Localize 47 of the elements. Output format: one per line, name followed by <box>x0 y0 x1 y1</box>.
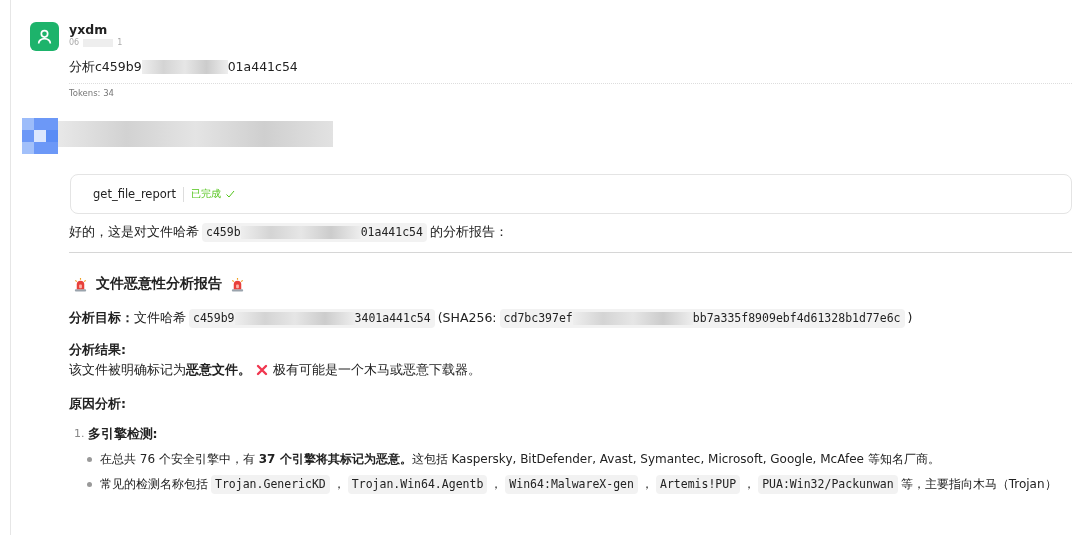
section-label: 原因分析: <box>69 395 127 413</box>
status-badge: 已完成 <box>191 187 236 201</box>
code-text: c459b <box>206 223 241 241</box>
text: ， <box>640 476 653 493</box>
pixelated-avatar <box>22 118 58 154</box>
text: 极有可能是一个木马或恶意下载器。 <box>273 361 481 379</box>
section-label: 分析结果: <box>69 341 127 359</box>
timestamp: 06 <box>69 38 80 47</box>
bullet-dot <box>87 481 92 487</box>
user-name: yxdm <box>69 22 109 38</box>
code-text: 3401a441c54 <box>354 309 431 327</box>
tool-call-card[interactable]: get_file_report 已完成 <box>70 174 1072 214</box>
list-title: 多引擎检测: <box>87 425 158 443</box>
text: ， <box>332 476 345 493</box>
text: 文件哈希 <box>134 309 186 327</box>
code-chip: Trojan.GenericKD <box>211 474 330 494</box>
token-count: Tokens: 34 <box>69 88 115 98</box>
code-text: 01a441c54 <box>360 223 423 241</box>
text: 该文件被明确标记为恶意文件。 <box>69 361 251 379</box>
text: 等，主要指向木马（Trojan） <box>900 476 1057 493</box>
text: ， <box>743 476 756 493</box>
text: ) <box>907 309 913 327</box>
code-chip: Artemis!PUP <box>655 474 741 494</box>
text: 分析c459b9 <box>69 58 142 76</box>
bullet-dot <box>87 456 92 462</box>
siren-icon <box>73 276 88 292</box>
text: (SHA256: <box>437 309 497 327</box>
code-text: c459b9 <box>193 309 235 327</box>
text: 常见的检测名称包括 <box>100 476 208 493</box>
text: 好的，这是对文件哈希 <box>69 223 199 241</box>
report-heading: 文件恶意性分析报告 <box>96 275 222 293</box>
text: 的分析报告： <box>429 223 508 241</box>
code-chip: Trojan.Win64.Agentb <box>347 474 488 494</box>
code-chip: PUA:Win32/Packunwan <box>758 474 898 494</box>
text: 在总共 76 个安全引擎中，有 37 个引擎将其标记为恶意。这包括 Kaspersky, BitDefender, Avast, Symantec, Microsoft, Google, McAfee 等知名厂商。 <box>100 451 940 468</box>
field-label: 分析目标： <box>69 309 134 327</box>
text: ， <box>490 476 503 493</box>
code-text: bb7a335f8909ebf4d61328b1d77e6c <box>692 309 901 327</box>
tool-name: get_file_report <box>93 187 177 201</box>
list-number: 1. <box>74 426 85 442</box>
code-chip: Win64:MalwareX-gen <box>505 474 638 494</box>
cross-icon <box>256 364 268 376</box>
code-text: cd7bc397ef <box>503 309 573 327</box>
text: 01a441c54 <box>227 58 298 76</box>
timestamp: 1 <box>117 38 123 47</box>
user-avatar <box>30 22 59 51</box>
siren-icon <box>230 276 245 292</box>
